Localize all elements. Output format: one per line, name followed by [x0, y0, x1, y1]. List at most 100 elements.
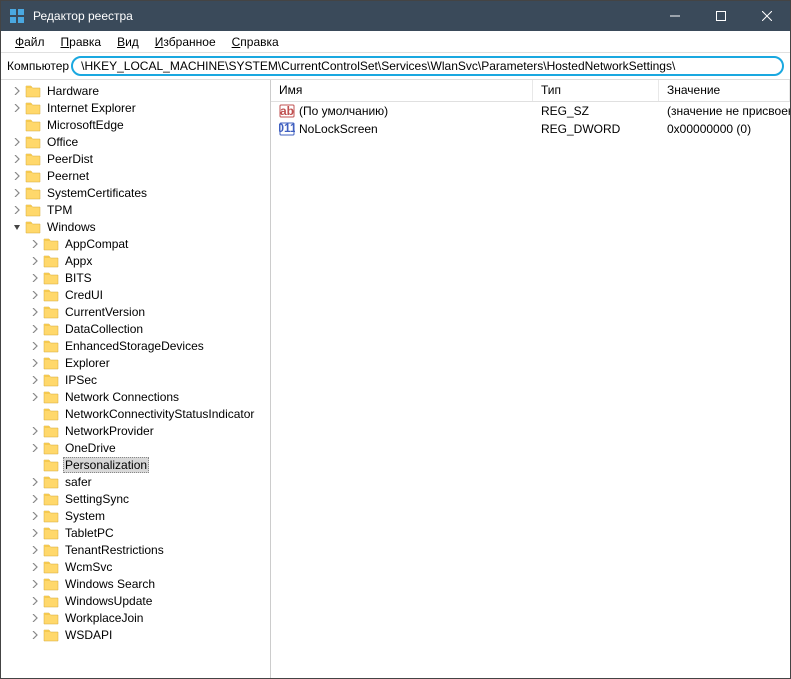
- maximize-button[interactable]: [698, 1, 744, 31]
- tree-node[interactable]: EnhancedStorageDevices: [11, 337, 270, 354]
- tree-node[interactable]: NetworkProvider: [11, 422, 270, 439]
- folder-icon: [43, 237, 59, 251]
- chevron-right-icon[interactable]: [29, 527, 41, 539]
- tree-node[interactable]: Windows: [11, 218, 270, 235]
- chevron-right-icon[interactable]: [11, 170, 23, 182]
- chevron-right-icon[interactable]: [29, 391, 41, 403]
- list-row[interactable]: ab(По умолчанию)REG_SZ(значение не присв…: [271, 102, 790, 120]
- tree-node-label: Windows: [45, 220, 98, 234]
- chevron-right-icon[interactable]: [29, 595, 41, 607]
- chevron-right-icon[interactable]: [29, 255, 41, 267]
- tree-node[interactable]: BITS: [11, 269, 270, 286]
- list-cell-data: (значение не присвоено): [659, 104, 790, 118]
- tree-node[interactable]: Personalization: [11, 456, 270, 473]
- tree-node-label: Appx: [63, 254, 94, 268]
- content: HardwareInternet ExplorerMicrosoftEdgeOf…: [1, 79, 790, 678]
- tree-node[interactable]: IPSec: [11, 371, 270, 388]
- tree-node[interactable]: safer: [11, 473, 270, 490]
- tree-node[interactable]: WSDAPI: [11, 626, 270, 643]
- column-header-data[interactable]: Значение: [659, 80, 790, 101]
- chevron-right-icon[interactable]: [29, 374, 41, 386]
- column-header-type[interactable]: Тип: [533, 80, 659, 101]
- tree-node[interactable]: SettingSync: [11, 490, 270, 507]
- minimize-button[interactable]: [652, 1, 698, 31]
- chevron-right-icon[interactable]: [29, 578, 41, 590]
- list-body[interactable]: ab(По умолчанию)REG_SZ(значение не присв…: [271, 102, 790, 678]
- tree-node[interactable]: CredUI: [11, 286, 270, 303]
- chevron-right-icon[interactable]: [11, 187, 23, 199]
- tree-node-label: Windows Search: [63, 577, 157, 591]
- chevron-right-icon[interactable]: [11, 85, 23, 97]
- chevron-right-icon[interactable]: [11, 153, 23, 165]
- chevron-right-icon[interactable]: [29, 306, 41, 318]
- tree-node[interactable]: TabletPC: [11, 524, 270, 541]
- chevron-right-icon[interactable]: [29, 544, 41, 556]
- reg-string-icon: ab: [279, 103, 295, 119]
- menu-item-правка[interactable]: Правка: [53, 33, 110, 51]
- folder-icon: [25, 220, 41, 234]
- tree-node[interactable]: TPM: [11, 201, 270, 218]
- tree-node[interactable]: Peernet: [11, 167, 270, 184]
- tree-node[interactable]: Windows Search: [11, 575, 270, 592]
- tree-node-label: DataCollection: [63, 322, 145, 336]
- tree-node[interactable]: MicrosoftEdge: [11, 116, 270, 133]
- folder-icon: [43, 288, 59, 302]
- chevron-right-icon[interactable]: [29, 612, 41, 624]
- chevron-right-icon[interactable]: [29, 561, 41, 573]
- chevron-right-icon[interactable]: [29, 442, 41, 454]
- menu-item-избранное[interactable]: Избранное: [147, 33, 224, 51]
- tree-node[interactable]: System: [11, 507, 270, 524]
- close-button[interactable]: [744, 1, 790, 31]
- chevron-right-icon[interactable]: [29, 493, 41, 505]
- menu-item-справка[interactable]: Справка: [224, 33, 287, 51]
- column-header-name[interactable]: Имя: [271, 80, 533, 101]
- tree-node[interactable]: Hardware: [11, 82, 270, 99]
- tree-node[interactable]: SystemCertificates: [11, 184, 270, 201]
- tree-node[interactable]: TenantRestrictions: [11, 541, 270, 558]
- list-row[interactable]: 011NoLockScreenREG_DWORD0x00000000 (0): [271, 120, 790, 138]
- tree-node[interactable]: PeerDist: [11, 150, 270, 167]
- tree-node[interactable]: WorkplaceJoin: [11, 609, 270, 626]
- tree-node-label: EnhancedStorageDevices: [63, 339, 206, 353]
- folder-icon: [43, 458, 59, 472]
- tree-node[interactable]: CurrentVersion: [11, 303, 270, 320]
- chevron-right-icon[interactable]: [29, 357, 41, 369]
- chevron-right-icon[interactable]: [29, 629, 41, 641]
- chevron-right-icon[interactable]: [29, 238, 41, 250]
- chevron-right-icon[interactable]: [29, 323, 41, 335]
- chevron-right-icon[interactable]: [29, 476, 41, 488]
- chevron-right-icon[interactable]: [11, 136, 23, 148]
- tree-node[interactable]: NetworkConnectivityStatusIndicator: [11, 405, 270, 422]
- tree-node-label: Explorer: [63, 356, 112, 370]
- tree-node-label: WorkplaceJoin: [63, 611, 145, 625]
- tree-node[interactable]: Office: [11, 133, 270, 150]
- tree-node[interactable]: AppCompat: [11, 235, 270, 252]
- tree-node-label: System: [63, 509, 107, 523]
- tree-node[interactable]: DataCollection: [11, 320, 270, 337]
- chevron-right-icon[interactable]: [29, 510, 41, 522]
- chevron-right-icon[interactable]: [29, 289, 41, 301]
- chevron-right-icon[interactable]: [29, 425, 41, 437]
- chevron-right-icon[interactable]: [11, 204, 23, 216]
- menu-item-файл[interactable]: Файл: [7, 33, 53, 51]
- chevron-down-icon[interactable]: [11, 221, 23, 233]
- tree-node[interactable]: OneDrive: [11, 439, 270, 456]
- reg-binary-icon: 011: [279, 121, 295, 137]
- tree-node-label: Personalization: [63, 457, 149, 473]
- tree-node[interactable]: Appx: [11, 252, 270, 269]
- tree-panel[interactable]: HardwareInternet ExplorerMicrosoftEdgeOf…: [1, 80, 271, 678]
- folder-icon: [43, 492, 59, 506]
- menu-item-вид[interactable]: Вид: [109, 33, 147, 51]
- folder-icon: [43, 305, 59, 319]
- chevron-right-icon[interactable]: [29, 340, 41, 352]
- tree-node[interactable]: WcmSvc: [11, 558, 270, 575]
- chevron-right-icon[interactable]: [11, 102, 23, 114]
- tree-node-label: NetworkProvider: [63, 424, 156, 438]
- addressbar-input[interactable]: [71, 56, 784, 76]
- tree-node[interactable]: Network Connections: [11, 388, 270, 405]
- tree-node[interactable]: Explorer: [11, 354, 270, 371]
- tree-node-label: SettingSync: [63, 492, 131, 506]
- chevron-right-icon[interactable]: [29, 272, 41, 284]
- tree-node[interactable]: WindowsUpdate: [11, 592, 270, 609]
- tree-node[interactable]: Internet Explorer: [11, 99, 270, 116]
